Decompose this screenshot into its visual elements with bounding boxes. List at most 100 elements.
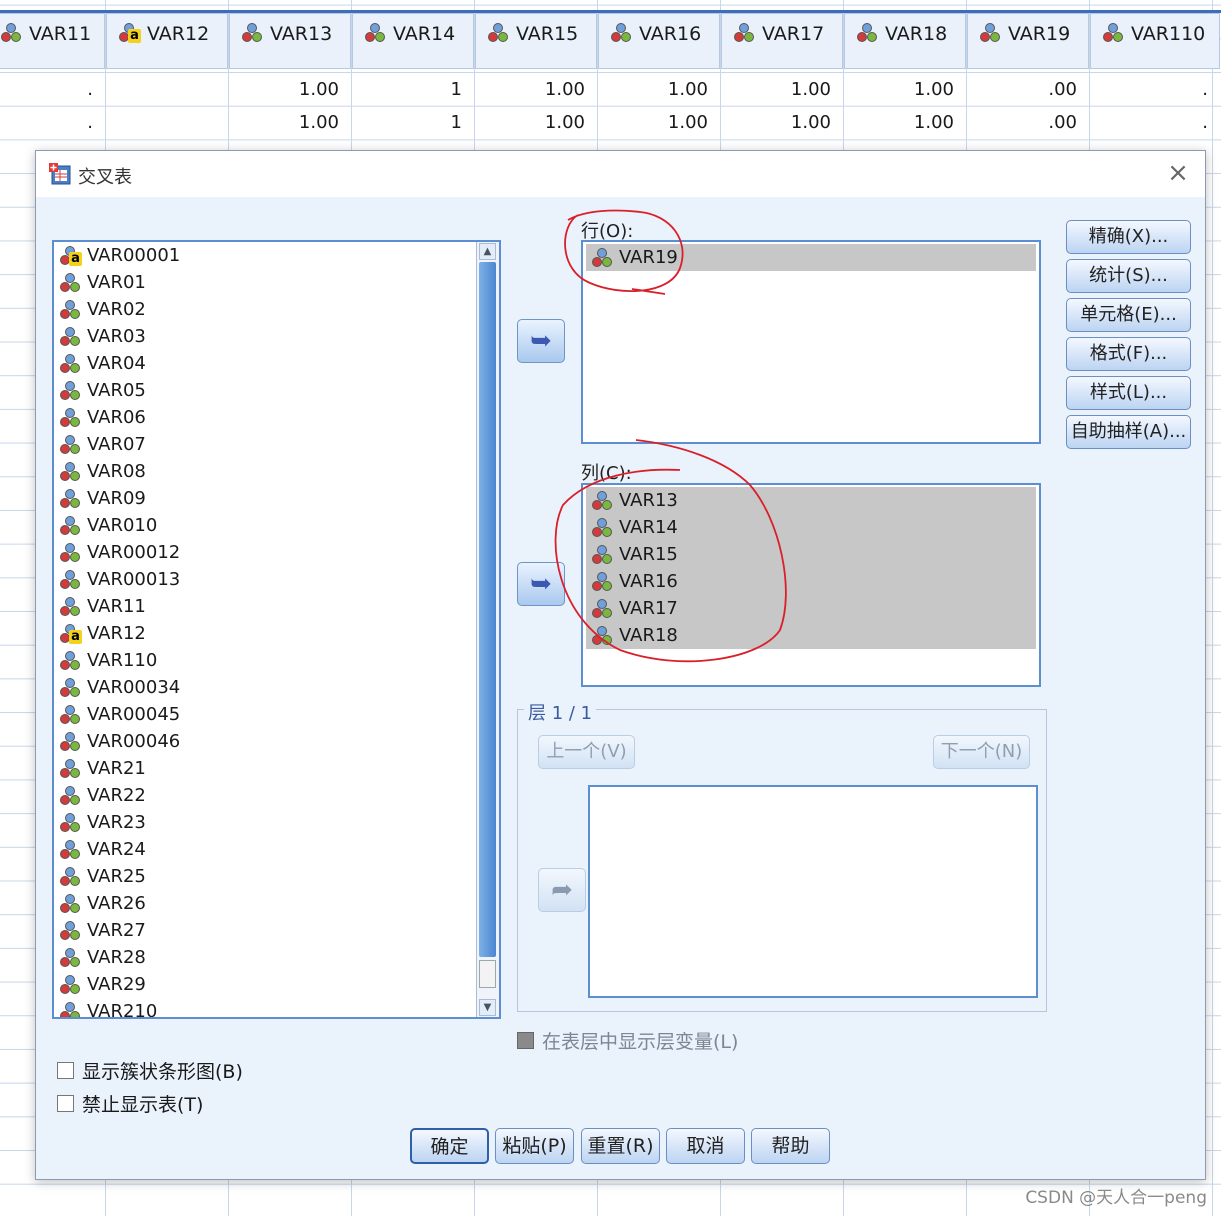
reset-button[interactable]: 重置(R) (581, 1128, 660, 1164)
variable-list-item[interactable]: VAR04 (54, 350, 499, 377)
data-cell[interactable]: . (0, 106, 105, 139)
variable-list-item[interactable]: VAR01 (54, 269, 499, 296)
paste-button[interactable]: 粘贴(P) (495, 1128, 574, 1164)
variable-list-item[interactable]: VAR00034 (54, 674, 499, 701)
variable-list-item[interactable]: VAR00012 (54, 539, 499, 566)
variable-list-item[interactable]: VAR23 (54, 809, 499, 836)
selected-variable-item[interactable]: VAR18 (586, 622, 1036, 649)
data-cell[interactable]: 1.00 (844, 106, 966, 139)
column-header[interactable]: VAR18 (844, 13, 966, 69)
variable-list-item[interactable]: VAR010 (54, 512, 499, 539)
clustered-bar-option[interactable]: 显示簇状条形图(B) (57, 1057, 243, 1084)
variable-list-item[interactable]: VAR06 (54, 404, 499, 431)
variable-list-item[interactable]: VAR00013 (54, 566, 499, 593)
column-header[interactable]: VAR19 (967, 13, 1089, 69)
variable-list-item[interactable]: VAR05 (54, 377, 499, 404)
bootstrap-button[interactable]: 自助抽样(A)... (1066, 415, 1191, 449)
ok-button[interactable]: 确定 (410, 1128, 489, 1164)
variable-list-item[interactable]: VAR07 (54, 431, 499, 458)
show-layer-vars-checkbox[interactable] (517, 1032, 534, 1049)
selected-variable-item[interactable]: VAR17 (586, 595, 1036, 622)
variable-list-item[interactable]: VAR09 (54, 485, 499, 512)
previous-layer-button[interactable]: 上一个(V) (538, 735, 635, 769)
dialog-titlebar[interactable]: 交叉表 × (36, 151, 1205, 197)
data-cell[interactable]: 1.00 (598, 106, 720, 139)
variable-list-item[interactable]: VAR110 (54, 647, 499, 674)
data-cell[interactable]: . (1090, 106, 1220, 139)
variable-list-item[interactable]: VAR22 (54, 782, 499, 809)
variable-list-item[interactable]: VAR26 (54, 890, 499, 917)
variable-list-item[interactable]: VAR02 (54, 296, 499, 323)
variable-list-item[interactable]: VAR08 (54, 458, 499, 485)
source-variable-list[interactable]: a VAR00001 VAR01 VAR02 VAR03 VAR04 VAR05 VAR06 V… (52, 240, 501, 1019)
data-cell[interactable]: 1 (352, 73, 474, 106)
move-to-layer-button[interactable]: ➦ (538, 868, 586, 912)
data-cell[interactable] (106, 106, 228, 139)
scrollbar-thumb[interactable] (479, 262, 496, 957)
data-cell[interactable]: 1.00 (229, 106, 351, 139)
variable-list-item[interactable]: VAR21 (54, 755, 499, 782)
data-cell[interactable] (106, 73, 228, 106)
help-button[interactable]: 帮助 (751, 1128, 830, 1164)
data-cell[interactable]: .00 (967, 73, 1089, 106)
move-to-rows-button[interactable]: ➥ (517, 319, 565, 363)
scroll-down-icon[interactable]: ▼ (479, 999, 496, 1016)
column-header[interactable]: VAR16 (598, 13, 720, 69)
variable-list-item[interactable]: VAR27 (54, 917, 499, 944)
column-header[interactable]: VAR110 (1090, 13, 1220, 69)
data-cell[interactable]: 1.00 (721, 106, 843, 139)
column-header[interactable]: VAR11 (0, 13, 105, 69)
cells-button[interactable]: 单元格(E)... (1066, 298, 1191, 332)
style-button[interactable]: 样式(L)... (1066, 376, 1191, 410)
statistics-button[interactable]: 统计(S)... (1066, 259, 1191, 293)
move-to-columns-button[interactable]: ➥ (517, 562, 565, 606)
column-header[interactable]: VAR15 (475, 13, 597, 69)
show-layer-vars-option[interactable]: 在表层中显示层变量(L) (517, 1027, 738, 1054)
clustered-bar-checkbox[interactable] (57, 1062, 74, 1079)
column-header[interactable]: VAR17 (721, 13, 843, 69)
variable-list-item[interactable]: VAR24 (54, 836, 499, 863)
column-header[interactable]: a VAR12 (106, 13, 228, 69)
selected-variable-item[interactable]: VAR15 (586, 541, 1036, 568)
column-header[interactable]: VAR13 (229, 13, 351, 69)
exact-button[interactable]: 精确(X)... (1066, 220, 1191, 254)
data-cell[interactable]: 1 (352, 106, 474, 139)
selected-variable-item[interactable]: VAR19 (586, 244, 1036, 271)
scrollbar-track[interactable] (479, 960, 496, 988)
data-cell[interactable]: 1.00 (598, 73, 720, 106)
variable-list-item[interactable]: VAR00045 (54, 701, 499, 728)
variable-list-item[interactable]: VAR00046 (54, 728, 499, 755)
format-button[interactable]: 格式(F)... (1066, 337, 1191, 371)
data-cell[interactable]: 1.00 (475, 106, 597, 139)
next-layer-button[interactable]: 下一个(N) (933, 735, 1030, 769)
selected-variable-item[interactable]: VAR16 (586, 568, 1036, 595)
selected-variable-item[interactable]: VAR14 (586, 514, 1036, 541)
data-cell[interactable]: 1.00 (229, 73, 351, 106)
columns-list[interactable]: VAR13 VAR14 VAR15 VAR16 VAR17 VAR18 (581, 483, 1041, 687)
cancel-button[interactable]: 取消 (666, 1128, 745, 1164)
data-cell[interactable]: . (1090, 73, 1220, 106)
variable-list-item[interactable]: VAR28 (54, 944, 499, 971)
variable-list-item[interactable]: a VAR00001 (54, 242, 499, 269)
string-variable-icon: a (60, 245, 82, 266)
data-cell[interactable]: . (0, 73, 105, 106)
data-cell[interactable]: 1.00 (721, 73, 843, 106)
rows-list[interactable]: VAR19 (581, 240, 1041, 444)
suppress-tables-checkbox[interactable] (57, 1095, 74, 1112)
suppress-tables-option[interactable]: 禁止显示表(T) (57, 1090, 203, 1117)
scroll-up-icon[interactable]: ▲ (479, 243, 496, 260)
variable-list-item[interactable]: a VAR12 (54, 620, 499, 647)
variable-list-item[interactable]: VAR11 (54, 593, 499, 620)
selected-variable-item[interactable]: VAR13 (586, 487, 1036, 514)
variable-list-item[interactable]: VAR03 (54, 323, 499, 350)
data-cell[interactable]: 1.00 (475, 73, 597, 106)
data-cell[interactable]: 1.00 (844, 73, 966, 106)
data-cell[interactable]: .00 (967, 106, 1089, 139)
column-header[interactable]: VAR14 (352, 13, 474, 69)
variable-list-scrollbar[interactable]: ▲ ▼ (476, 242, 499, 1017)
variable-list-item[interactable]: VAR210 (54, 998, 499, 1017)
variable-list-item[interactable]: VAR29 (54, 971, 499, 998)
close-icon[interactable]: × (1165, 160, 1191, 187)
layer-list[interactable] (588, 785, 1038, 998)
variable-list-item[interactable]: VAR25 (54, 863, 499, 890)
